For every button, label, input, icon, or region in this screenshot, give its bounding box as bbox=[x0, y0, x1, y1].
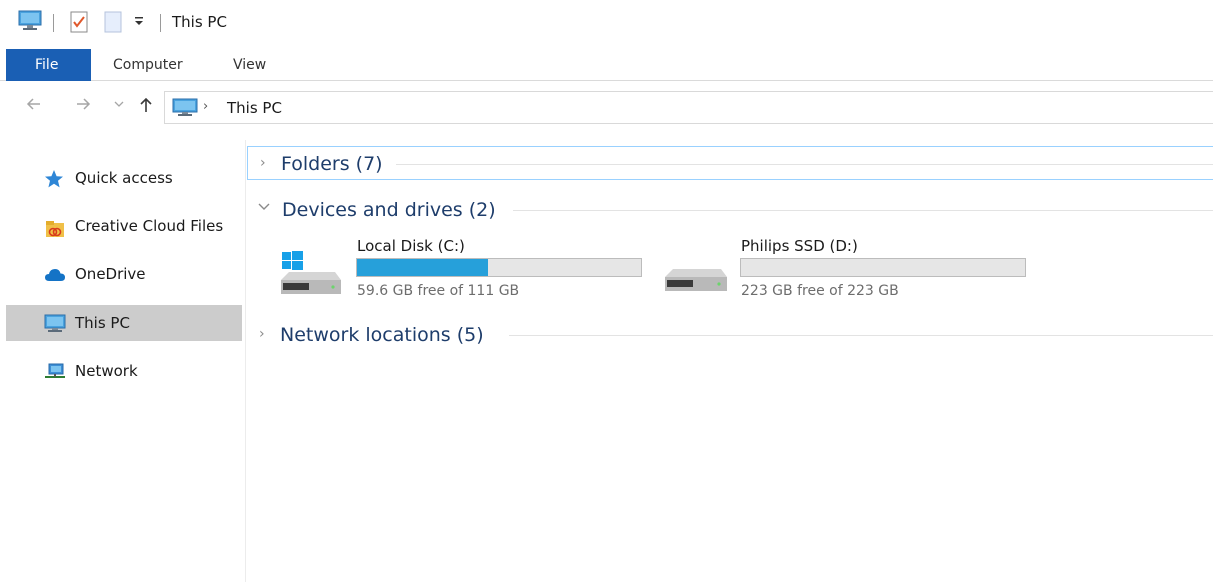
properties-icon[interactable] bbox=[69, 10, 89, 38]
drive-name: Local Disk (C:) bbox=[357, 237, 465, 255]
navigation-pane: Quick access Creative Cloud Files OneDri… bbox=[0, 140, 246, 582]
sidebar-item-creative-cloud-files[interactable]: Creative Cloud Files bbox=[6, 208, 242, 244]
chevron-right-icon[interactable]: › bbox=[259, 326, 265, 342]
sidebar-item-label: Network bbox=[75, 362, 138, 380]
creative-cloud-folder-icon bbox=[44, 217, 66, 237]
sidebar-item-label: This PC bbox=[75, 314, 130, 332]
drive-capacity-bar bbox=[356, 258, 642, 277]
separator bbox=[53, 14, 54, 32]
chevron-right-icon[interactable]: › bbox=[260, 155, 266, 171]
window-title: This PC bbox=[172, 13, 227, 31]
sidebar-item-onedrive[interactable]: OneDrive bbox=[6, 256, 242, 292]
tab-computer[interactable]: Computer bbox=[113, 49, 183, 81]
arrow-right-icon[interactable] bbox=[73, 96, 93, 118]
group-divider bbox=[396, 164, 1213, 165]
arrow-up-icon[interactable] bbox=[136, 96, 156, 118]
chevron-down-icon[interactable] bbox=[109, 96, 129, 118]
group-header-network-locations[interactable]: › Network locations (5) bbox=[247, 318, 1213, 352]
sidebar-item-quick-access[interactable]: Quick access bbox=[6, 160, 242, 196]
sidebar-item-this-pc[interactable]: This PC bbox=[6, 305, 242, 341]
title-bar: This PC bbox=[0, 0, 1213, 46]
star-icon bbox=[44, 169, 66, 189]
sidebar-item-label: Creative Cloud Files bbox=[75, 217, 224, 235]
drive-capacity-bar bbox=[740, 258, 1026, 277]
windows-drive-icon bbox=[279, 250, 343, 306]
group-divider bbox=[513, 210, 1213, 211]
drive-name: Philips SSD (D:) bbox=[741, 237, 858, 255]
new-folder-icon[interactable] bbox=[103, 10, 123, 38]
separator bbox=[160, 14, 161, 32]
chevron-down-icon[interactable] bbox=[257, 200, 271, 218]
sidebar-item-network[interactable]: Network bbox=[6, 353, 242, 389]
cloud-icon bbox=[44, 265, 66, 285]
monitor-icon bbox=[44, 314, 66, 334]
sidebar-item-label: Quick access bbox=[75, 169, 173, 187]
arrow-left-icon[interactable] bbox=[24, 96, 44, 118]
drive-free-space: 223 GB free of 223 GB bbox=[741, 283, 899, 299]
computer-icon bbox=[18, 10, 42, 36]
drive-tile-local-disk-c[interactable]: Local Disk (C:) 59.6 GB free of 111 GB bbox=[279, 237, 644, 307]
network-icon bbox=[44, 362, 66, 382]
ribbon-tabs: File Computer View bbox=[0, 49, 1213, 81]
customize-quick-access-dropdown-icon[interactable] bbox=[133, 12, 145, 33]
breadcrumb-chevron-icon[interactable]: › bbox=[203, 99, 208, 114]
drive-free-space: 59.6 GB free of 111 GB bbox=[357, 283, 520, 299]
group-title: Devices and drives (2) bbox=[282, 199, 496, 221]
group-header-folders[interactable]: › Folders (7) bbox=[247, 146, 1213, 180]
file-explorer-window: This PC File Computer View › This PC Qui… bbox=[0, 0, 1213, 582]
group-title: Folders (7) bbox=[281, 153, 383, 175]
tab-file[interactable]: File bbox=[6, 49, 91, 81]
this-pc-icon bbox=[172, 98, 198, 122]
drive-capacity-fill bbox=[357, 259, 488, 276]
group-divider bbox=[509, 335, 1213, 336]
content-pane: › Folders (7) Devices and drives (2) Loc… bbox=[247, 140, 1213, 582]
breadcrumb-this-pc[interactable]: This PC bbox=[227, 99, 282, 117]
address-bar[interactable]: › This PC bbox=[164, 91, 1213, 124]
drive-tile-philips-ssd-d[interactable]: Philips SSD (D:) 223 GB free of 223 GB bbox=[663, 237, 1028, 307]
group-header-devices-and-drives[interactable]: Devices and drives (2) bbox=[247, 193, 1213, 227]
group-title: Network locations (5) bbox=[280, 324, 484, 346]
navigation-bar: › This PC bbox=[0, 91, 1213, 125]
drive-icon bbox=[663, 259, 729, 303]
sidebar-item-label: OneDrive bbox=[75, 265, 146, 283]
tab-view[interactable]: View bbox=[233, 49, 266, 81]
